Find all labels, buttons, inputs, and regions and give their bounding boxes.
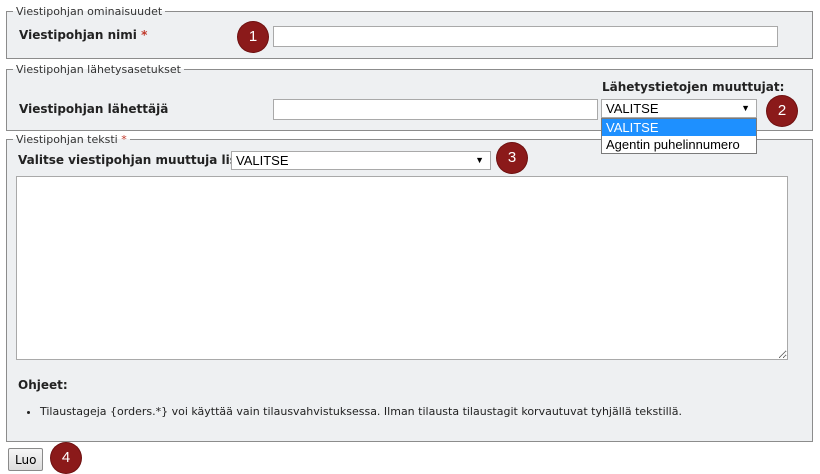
template-properties-legend: Viestipohjan ominaisuudet (16, 5, 163, 18)
template-name-label: Viestipohjan nimi * (19, 28, 148, 42)
dropdown-option-agent-phone[interactable]: Agentin puhelinnumero (602, 136, 756, 153)
text-variable-select[interactable]: VALITSE ▼ (231, 151, 491, 170)
required-mark: * (141, 28, 148, 42)
chevron-down-icon: ▼ (475, 155, 484, 165)
template-name-input[interactable] (273, 26, 778, 47)
sender-input[interactable] (273, 99, 598, 120)
step-badge-4: 4 (51, 443, 81, 473)
step-badge-3: 3 (497, 143, 527, 173)
variables-label: Lähetystietojen muuttujat: (602, 80, 785, 94)
help-title: Ohjeet: (18, 378, 68, 392)
sending-variables-select-value: VALITSE (606, 101, 659, 116)
chevron-down-icon: ▼ (741, 103, 750, 113)
sending-settings-legend: Viestipohjan lähetysasetukset (16, 63, 181, 76)
help-item: Tilaustageja {orders.*} voi käyttää vain… (40, 404, 820, 419)
dropdown-option-valitse[interactable]: VALITSE (602, 119, 756, 136)
step-badge-2: 2 (767, 96, 797, 126)
create-button[interactable]: Luo (8, 448, 44, 471)
sending-variables-select[interactable]: VALITSE ▼ (601, 99, 757, 118)
sender-label: Viestipohjan lähettäjä (19, 102, 169, 116)
required-mark: * (121, 133, 127, 146)
step-badge-1: 1 (238, 22, 268, 52)
sending-variables-dropdown: VALITSE Agentin puhelinnumero (601, 118, 757, 154)
text-variable-select-value: VALITSE (236, 153, 289, 168)
template-text-legend: Viestipohjan teksti * (16, 133, 127, 146)
help-list: Tilaustageja {orders.*} voi käyttää vain… (18, 404, 820, 419)
template-text-area[interactable] (16, 176, 788, 360)
